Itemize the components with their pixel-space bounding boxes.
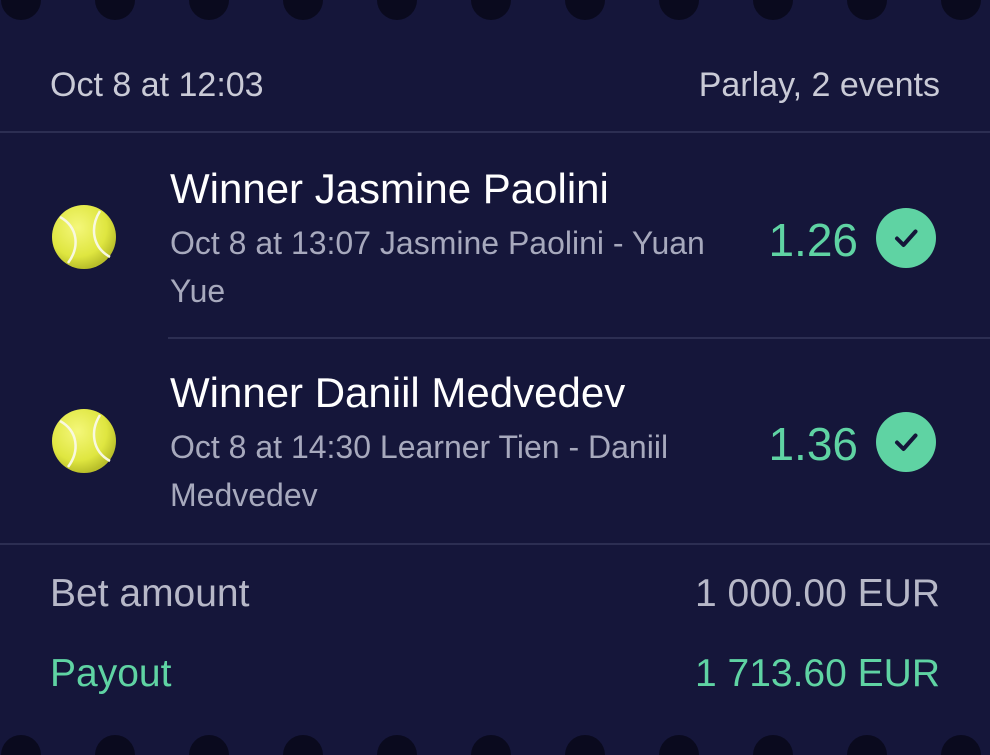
bet-amount-row: Bet amount 1 000.00 EUR [50, 572, 940, 616]
perforation-notch [283, 735, 323, 755]
check-circle-icon [876, 412, 936, 472]
ticket-header: Oct 8 at 12:03 Parlay, 2 events [50, 60, 940, 110]
perforation-notch [753, 0, 793, 20]
payout-value: 1 713.60 EUR [695, 652, 940, 695]
event-odds: 1.36 [768, 418, 858, 470]
bet-amount-label: Bet amount [50, 572, 250, 615]
check-circle-icon [876, 208, 936, 268]
event-row[interactable]: Winner Jasmine Paolini Oct 8 at 13:07 Ja… [0, 131, 990, 337]
perforation-notch [471, 735, 511, 755]
event-row[interactable]: Winner Daniil Medvedev Oct 8 at 14:30 Le… [0, 337, 990, 543]
ticket-perforation-top [0, 0, 990, 20]
ticket-date: Oct 8 at 12:03 [50, 65, 264, 104]
summary-divider [0, 543, 990, 545]
event-description: Oct 8 at 13:07 Jasmine Paolini - Yuan Yu… [170, 225, 705, 309]
perforation-notch [1, 735, 41, 755]
perforation-notch [659, 0, 699, 20]
ticket-type: Parlay, 2 events [698, 65, 940, 104]
perforation-notch [941, 0, 981, 20]
perforation-notch [659, 735, 699, 755]
tennis-ball-icon [52, 409, 116, 473]
event-description: Oct 8 at 14:30 Learner Tien - Daniil Med… [170, 429, 669, 513]
perforation-notch [377, 0, 417, 20]
perforation-notch [941, 735, 981, 755]
payout-label: Payout [50, 652, 172, 695]
perforation-notch [847, 735, 887, 755]
event-odds: 1.26 [768, 214, 858, 266]
perforation-notch [189, 0, 229, 20]
perforation-notch [847, 0, 887, 20]
ticket-perforation-bottom [0, 735, 990, 755]
bet-amount-value: 1 000.00 EUR [695, 572, 940, 615]
perforation-notch [753, 735, 793, 755]
perforation-notch [377, 735, 417, 755]
perforation-notch [1, 0, 41, 20]
bet-ticket: Oct 8 at 12:03 Parlay, 2 events Winner J… [0, 0, 990, 755]
tennis-ball-icon [52, 205, 116, 269]
perforation-notch [189, 735, 229, 755]
perforation-notch [95, 0, 135, 20]
event-title: Winner Jasmine Paolini [170, 165, 609, 212]
perforation-notch [283, 0, 323, 20]
payout-row: Payout 1 713.60 EUR [50, 652, 940, 696]
perforation-notch [565, 735, 605, 755]
perforation-notch [565, 0, 605, 20]
event-title: Winner Daniil Medvedev [170, 369, 626, 416]
perforation-notch [471, 0, 511, 20]
perforation-notch [95, 735, 135, 755]
